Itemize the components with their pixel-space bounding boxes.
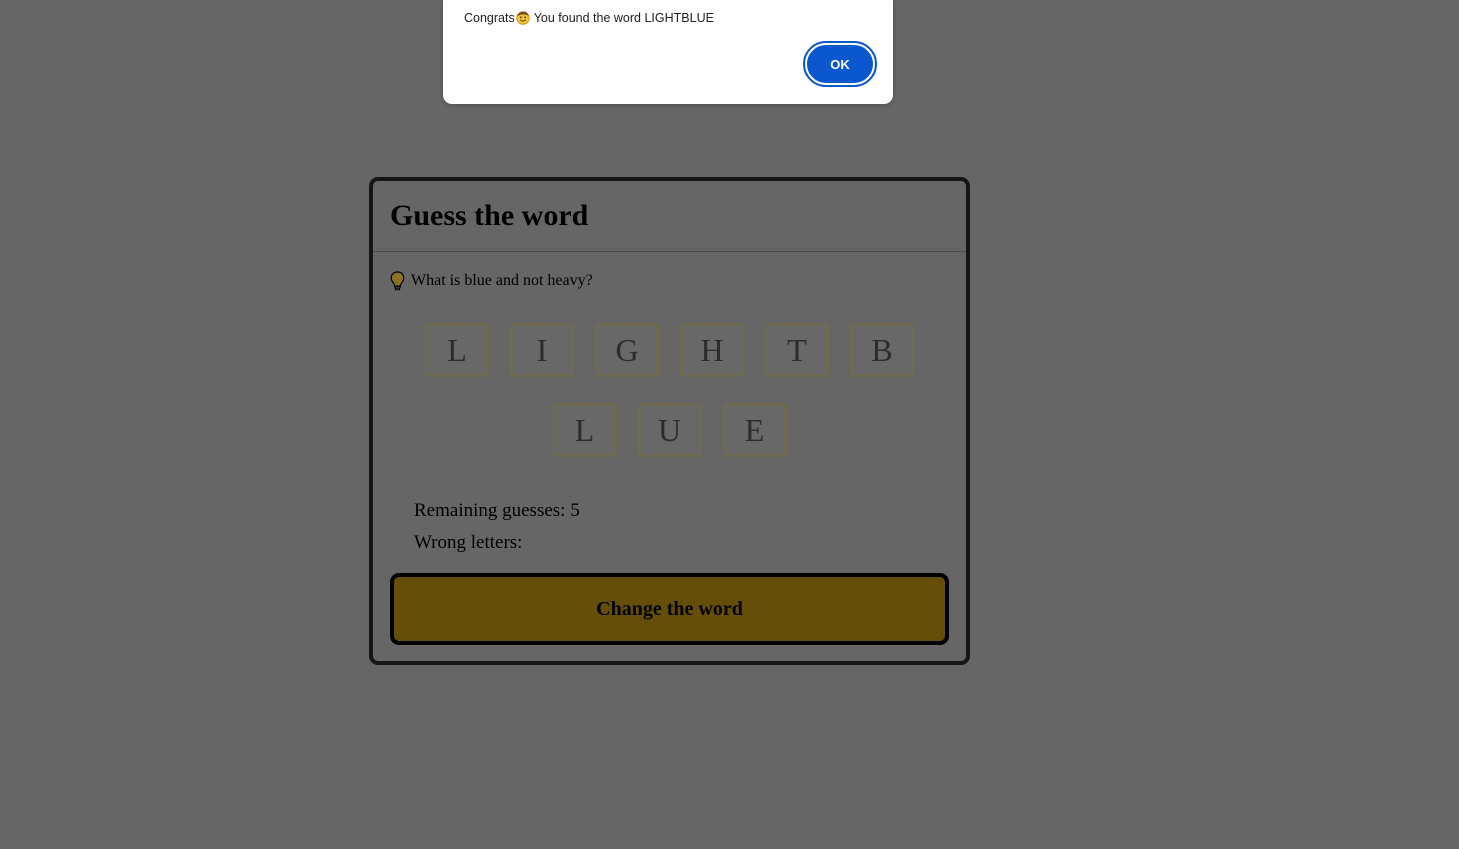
remaining-guesses: Remaining guesses: 5 <box>414 500 580 521</box>
change-word-button[interactable]: Change the word <box>390 573 949 645</box>
hint: What is blue and not heavy? <box>390 271 593 291</box>
ok-button[interactable]: OK <box>803 41 877 87</box>
hint-text: What is blue and not heavy? <box>411 272 593 289</box>
letter-tile: G <box>595 323 659 377</box>
letter-tiles-row-1: L I G H T B <box>373 323 966 377</box>
letter-tiles-row-2: L U E <box>373 403 966 457</box>
letter-tile: I <box>510 323 574 377</box>
dialog-message: Congrats You found the word LIGHTBLUE <box>464 11 714 25</box>
dialog-message-prefix: Congrats <box>464 11 515 25</box>
letter-tile: U <box>637 403 702 457</box>
page-title: Guess the word <box>390 199 589 232</box>
letter-tile: H <box>680 323 744 377</box>
smiling-face-icon <box>516 11 530 25</box>
lightbulb-icon <box>390 271 405 291</box>
game-stats: Remaining guesses: 5 Wrong letters: <box>414 495 580 559</box>
letter-tile: L <box>552 403 617 457</box>
letter-tile: L <box>425 323 489 377</box>
dialog-message-text: You found the word LIGHTBLUE <box>533 11 714 25</box>
card-header: Guess the word <box>373 181 966 252</box>
alert-dialog: Congrats You found the word LIGHTBLUE OK <box>443 0 893 104</box>
game-card: Guess the word What is blue and not heav… <box>369 177 970 665</box>
letter-tile: E <box>722 403 787 457</box>
letter-tile: T <box>765 323 829 377</box>
letter-tile: B <box>850 323 914 377</box>
wrong-letters: Wrong letters: <box>414 532 523 553</box>
